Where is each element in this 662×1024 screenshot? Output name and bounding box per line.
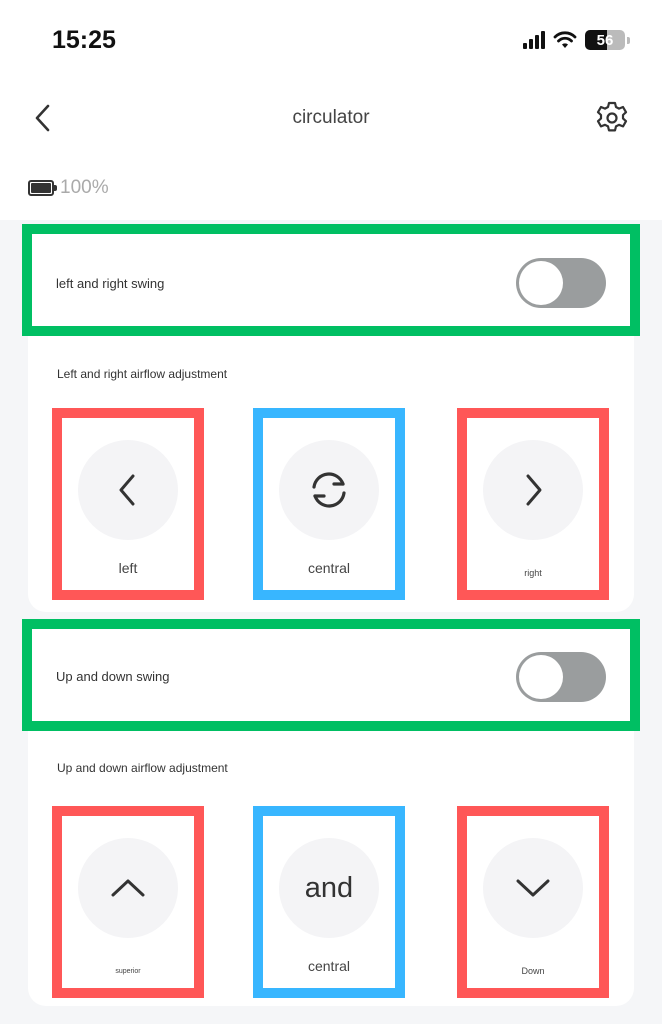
airflow-right-label: right [524,568,542,578]
airflow-central-label: central [307,560,351,576]
toggle-knob [519,655,563,699]
airflow-up-label: superior [115,968,141,975]
gear-icon[interactable] [594,100,630,136]
airflow-central-vertical-button[interactable]: and central [253,806,405,998]
airflow-central-vertical-circle: and [279,838,379,938]
header: 15:25 56 circulator 100% [0,0,662,220]
device-battery-text: 100% [60,177,109,198]
phone-battery-icon: 56 [585,30,625,50]
phone-battery-level: 56 [596,31,614,49]
cellular-signal-icon [523,31,545,49]
toggle-knob [519,261,563,305]
airflow-right-button[interactable]: right [457,408,609,600]
airflow-left-circle [78,440,178,540]
horizontal-swing-label: left and right swing [56,276,165,291]
chevron-up-icon [111,879,145,897]
chevron-left-icon [119,474,135,506]
airflow-up-button[interactable]: superior [52,806,204,998]
horizontal-swing-toggle[interactable] [516,258,606,308]
vertical-swing-row: Up and down swing [22,619,640,731]
status-time: 15:25 [52,26,116,54]
airflow-down-circle [483,838,583,938]
page-title: circulator [292,107,370,128]
refresh-cycle-icon [312,472,346,508]
vertical-adjust-label: Up and down airflow adjustment [57,761,228,775]
vertical-swing-label: Up and down swing [56,669,170,684]
status-icons: 56 [523,30,630,50]
vertical-swing-toggle[interactable] [516,652,606,702]
airflow-left-button[interactable]: left [52,408,204,600]
airflow-up-circle [78,838,178,938]
wifi-icon [553,31,577,48]
battery-full-icon [28,180,57,196]
airflow-central-circle [279,440,379,540]
airflow-central-vertical-label: central [307,958,351,974]
device-battery: 100% [28,177,109,199]
horizontal-swing-row: left and right swing [22,224,640,336]
airflow-central-horizontal-button[interactable]: central [253,408,405,600]
chevron-down-icon [516,879,550,897]
airflow-down-label: Down [521,966,545,976]
battery-tip [627,36,630,44]
airflow-right-circle [483,440,583,540]
airflow-down-button[interactable]: Down [457,806,609,998]
central-icon-text: and [304,871,354,904]
horizontal-adjust-label: Left and right airflow adjustment [57,367,228,381]
airflow-left-label: left [118,560,138,576]
chevron-right-icon [526,474,542,506]
